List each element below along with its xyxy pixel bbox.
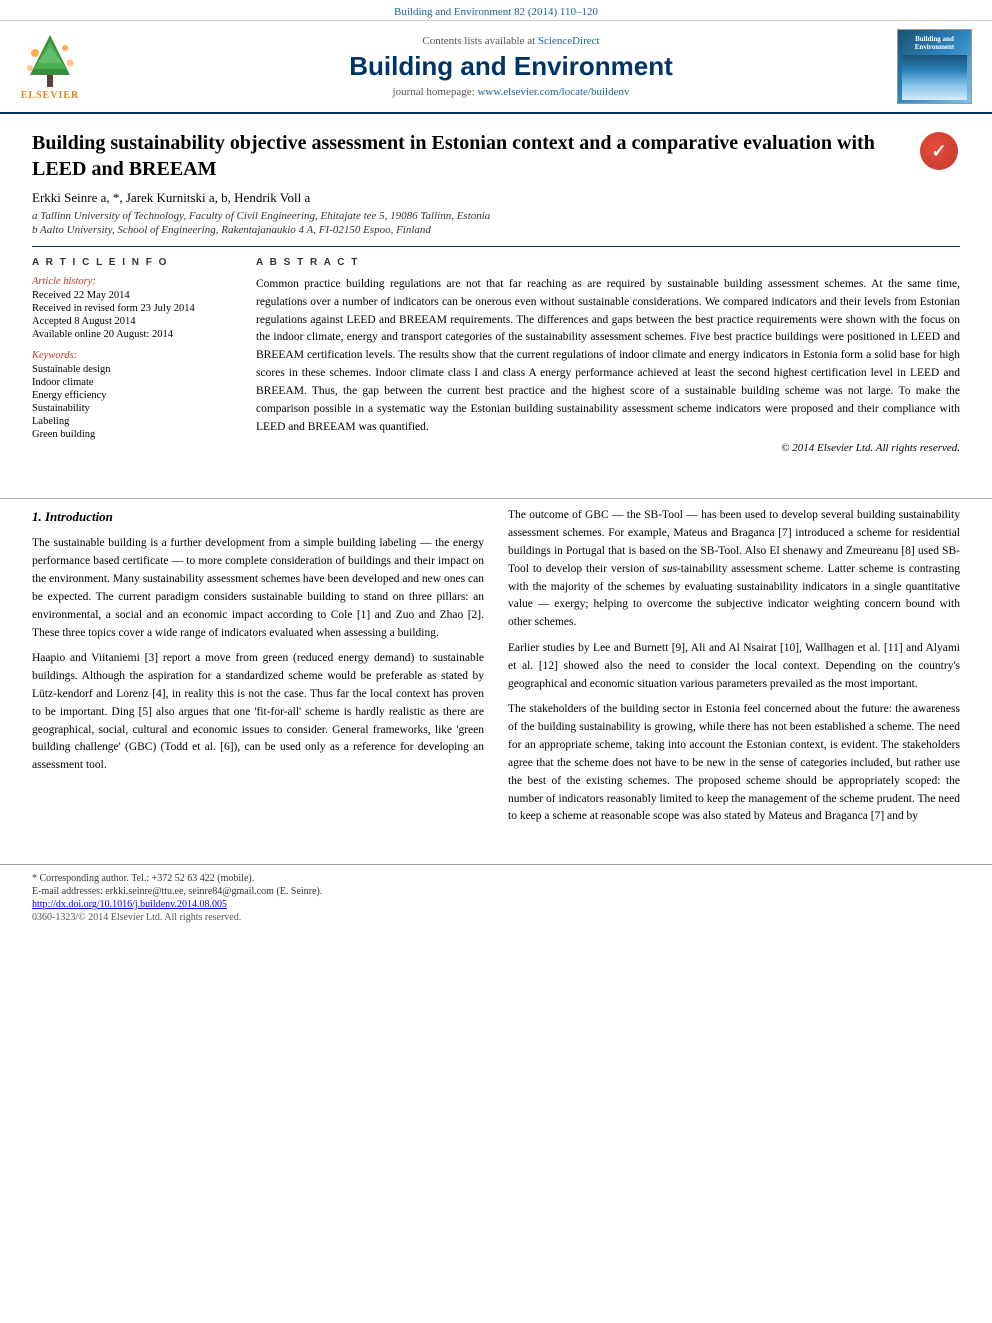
corresponding-footnote: * Corresponding author. Tel.: +372 52 63… [32, 873, 960, 884]
citation-text: Building and Environment 82 (2014) 110–1… [394, 6, 598, 18]
header-right: Building andEnvironment [872, 29, 972, 104]
header-center: Contents lists available at ScienceDirec… [150, 35, 872, 98]
article-area: Building sustainability objective assess… [0, 114, 992, 490]
body-col-right: The outcome of GBC — the SB-Tool — has b… [508, 507, 960, 834]
article-info-label: A R T I C L E I N F O [32, 257, 232, 268]
intro-para3: The outcome of GBC — the SB-Tool — has b… [508, 507, 960, 632]
email-footnote: E-mail addresses: erkki.seinre@ttu.ee, s… [32, 886, 960, 897]
sciencedirect-link[interactable]: ScienceDirect [538, 35, 600, 47]
history-label: Article history: [32, 276, 232, 287]
journal-title: Building and Environment [150, 51, 872, 82]
doi-link[interactable]: http://dx.doi.org/10.1016/j.buildenv.201… [32, 899, 960, 910]
intro-para2: Haapio and Viitaniemi [3] report a move … [32, 650, 484, 775]
journal-topbar: Building and Environment 82 (2014) 110–1… [0, 0, 992, 21]
body-two-col: 1. Introduction The sustainable building… [32, 507, 960, 834]
abstract-copyright: © 2014 Elsevier Ltd. All rights reserved… [256, 442, 960, 454]
crossmark-badge [918, 130, 960, 172]
intro-para1: The sustainable building is a further de… [32, 535, 484, 642]
issn-text: 0360-1323/© 2014 Elsevier Ltd. All right… [32, 912, 960, 923]
section-divider [0, 498, 992, 499]
available-date: Available online 20 August: 2014 [32, 329, 232, 340]
authors-line: Erkki Seinre a, *, Jarek Kurnitski a, b,… [32, 190, 960, 206]
abstract-text: Common practice building regulations are… [256, 276, 960, 436]
elsevier-tree-icon [20, 33, 80, 88]
footnote-area: * Corresponding author. Tel.: +372 52 63… [0, 864, 992, 927]
article-info-abstract: A R T I C L E I N F O Article history: R… [32, 246, 960, 454]
affiliation-a: a Tallinn University of Technology, Facu… [32, 210, 960, 222]
abstract-column: A B S T R A C T Common practice building… [256, 257, 960, 454]
abstract-label: A B S T R A C T [256, 257, 960, 268]
article-history: Article history: Received 22 May 2014 Re… [32, 276, 232, 340]
journal-header: ELSEVIER Contents lists available at Sci… [0, 21, 992, 114]
body-col-left: 1. Introduction The sustainable building… [32, 507, 484, 834]
elsevier-logo: ELSEVIER [20, 33, 80, 101]
journal-cover-image: Building andEnvironment [897, 29, 972, 104]
affiliations: a Tallinn University of Technology, Facu… [32, 210, 960, 236]
journal-homepage-line: journal homepage: www.elsevier.com/locat… [150, 86, 872, 98]
accepted-date: Accepted 8 August 2014 [32, 316, 232, 327]
received-revised-date: Received in revised form 23 July 2014 [32, 303, 232, 314]
crossmark-icon [920, 132, 958, 170]
intro-heading: 1. Introduction [32, 507, 484, 527]
intro-para4: Earlier studies by Lee and Burnett [9], … [508, 640, 960, 693]
received-date: Received 22 May 2014 [32, 290, 232, 301]
body-area: 1. Introduction The sustainable building… [0, 507, 992, 854]
journal-homepage-link[interactable]: www.elsevier.com/locate/buildenv [477, 86, 629, 98]
intro-para5: The stakeholders of the building sector … [508, 701, 960, 826]
affiliation-b: b Aalto University, School of Engineerin… [32, 224, 960, 236]
sciencedirect-line: Contents lists available at ScienceDirec… [150, 35, 872, 47]
keywords-section: Keywords: Sustainable design Indoor clim… [32, 350, 232, 440]
elsevier-label: ELSEVIER [21, 90, 80, 101]
article-title: Building sustainability objective assess… [32, 130, 906, 182]
header-left: ELSEVIER [20, 33, 150, 101]
keyword-1: Indoor climate [32, 377, 232, 388]
keyword-4: Labeling [32, 416, 232, 427]
keyword-2: Energy efficiency [32, 390, 232, 401]
article-title-row: Building sustainability objective assess… [32, 130, 960, 182]
article-info-column: A R T I C L E I N F O Article history: R… [32, 257, 232, 454]
keyword-0: Sustainable design [32, 364, 232, 375]
keyword-5: Green building [32, 429, 232, 440]
keywords-label: Keywords: [32, 350, 232, 361]
keyword-3: Sustainability [32, 403, 232, 414]
